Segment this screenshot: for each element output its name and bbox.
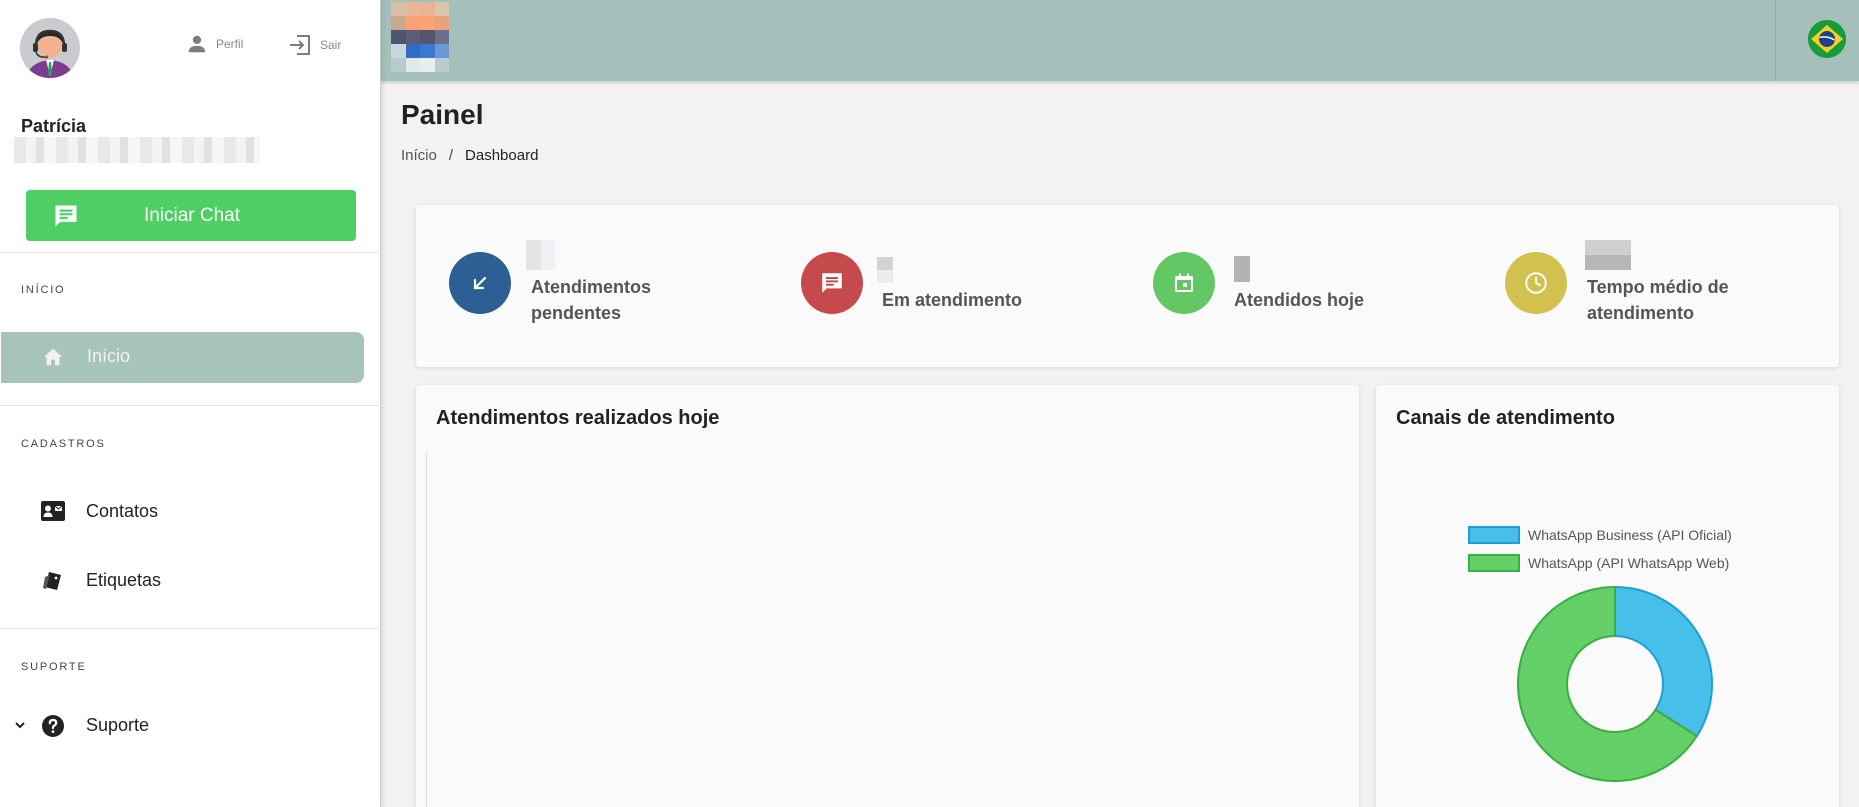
sidebar: Perfil Sair Patrícia Iniciar Chat INÍCIO… — [0, 0, 381, 807]
company-logo-redacted — [391, 2, 449, 72]
profile-label: Perfil — [216, 37, 244, 51]
chevron-down-icon — [13, 718, 27, 732]
user-name: Patrícia — [21, 116, 87, 136]
breadcrumb-current: Dashboard — [465, 147, 539, 164]
stat-value-redacted — [877, 257, 893, 283]
user-email-redacted — [14, 137, 260, 163]
section-title-suporte: SUPORTE — [21, 661, 87, 673]
sidebar-item-suporte[interactable]: Suporte — [0, 704, 363, 748]
panel-today: Atendimentos realizados hoje — [416, 385, 1359, 807]
legend-label: WhatsApp (API WhatsApp Web) — [1528, 555, 1730, 571]
calendar-icon — [1153, 252, 1215, 314]
divider — [0, 628, 381, 629]
divider — [0, 252, 381, 253]
arrow-down-left-icon — [449, 252, 511, 314]
stat-label: Em atendimento — [882, 290, 1023, 310]
stat-average-time: Tempo médio de atendimento — [1505, 205, 1835, 367]
stat-label: Atendimentos pendentes — [531, 277, 652, 323]
panel-title: Atendimentos realizados hoje — [436, 407, 720, 429]
stats-card: Atendimentos pendentes Em atendimento At… — [416, 205, 1839, 367]
message-icon — [801, 252, 863, 314]
tags-icon — [41, 569, 65, 593]
logout-link[interactable]: Sair — [288, 33, 341, 57]
stat-pending: Atendimentos pendentes — [449, 205, 779, 367]
sidebar-item-etiquetas[interactable]: Etiquetas — [0, 559, 363, 603]
start-chat-button[interactable]: Iniciar Chat — [26, 190, 356, 241]
channels-donut-chart — [1517, 585, 1713, 782]
help-icon — [41, 714, 65, 738]
panel-channels: Canais de atendimento WhatsApp Business … — [1376, 385, 1839, 807]
stat-label: Tempo médio de atendimento — [1587, 277, 1729, 323]
logout-label: Sair — [320, 38, 342, 52]
stat-value-redacted — [1585, 240, 1631, 270]
today-chart-area — [426, 452, 1346, 807]
brazil-flag-icon[interactable] — [1808, 20, 1846, 58]
sidebar-item-label: Etiquetas — [86, 570, 162, 590]
header-divider — [1775, 0, 1776, 81]
clock-icon — [1505, 252, 1567, 314]
legend-swatch — [1468, 554, 1520, 572]
legend-item[interactable]: WhatsApp (API WhatsApp Web) — [1468, 549, 1732, 577]
sidebar-item-contatos[interactable]: Contatos — [0, 490, 363, 534]
breadcrumb-separator: / — [448, 147, 454, 164]
profile-link[interactable]: Perfil — [186, 33, 243, 55]
sidebar-item-label: Suporte — [86, 715, 150, 735]
logout-icon — [290, 35, 310, 55]
breadcrumb: Início / Dashboard — [401, 147, 538, 164]
person-icon — [188, 35, 206, 53]
stat-attended-today: Atendidos hoje — [1153, 205, 1483, 367]
stat-value-redacted — [1234, 256, 1250, 282]
stat-in-progress: Em atendimento — [801, 205, 1131, 367]
chart-legend: WhatsApp Business (API Oficial) WhatsApp… — [1468, 521, 1732, 577]
user-avatar[interactable] — [20, 18, 80, 78]
contact-card-icon — [40, 500, 66, 522]
sidebar-item-label: Início — [87, 346, 131, 366]
divider — [0, 405, 381, 406]
stat-value-redacted — [526, 240, 555, 270]
legend-label: WhatsApp Business (API Oficial) — [1528, 527, 1732, 543]
section-title-cadastros: CADASTROS — [21, 438, 106, 450]
top-header — [381, 0, 1859, 81]
legend-swatch — [1468, 526, 1520, 544]
home-icon — [42, 346, 64, 368]
sidebar-item-label: Contatos — [86, 501, 159, 521]
stat-label: Atendidos hoje — [1234, 290, 1364, 310]
sidebar-item-inicio[interactable]: Início — [1, 332, 364, 383]
legend-item[interactable]: WhatsApp Business (API Oficial) — [1468, 521, 1732, 549]
section-title-inicio: INÍCIO — [21, 284, 66, 296]
panel-title: Canais de atendimento — [1396, 407, 1615, 429]
breadcrumb-home-link[interactable]: Início — [401, 147, 437, 164]
chat-icon — [55, 205, 77, 227]
page-title: Painel — [401, 99, 484, 130]
